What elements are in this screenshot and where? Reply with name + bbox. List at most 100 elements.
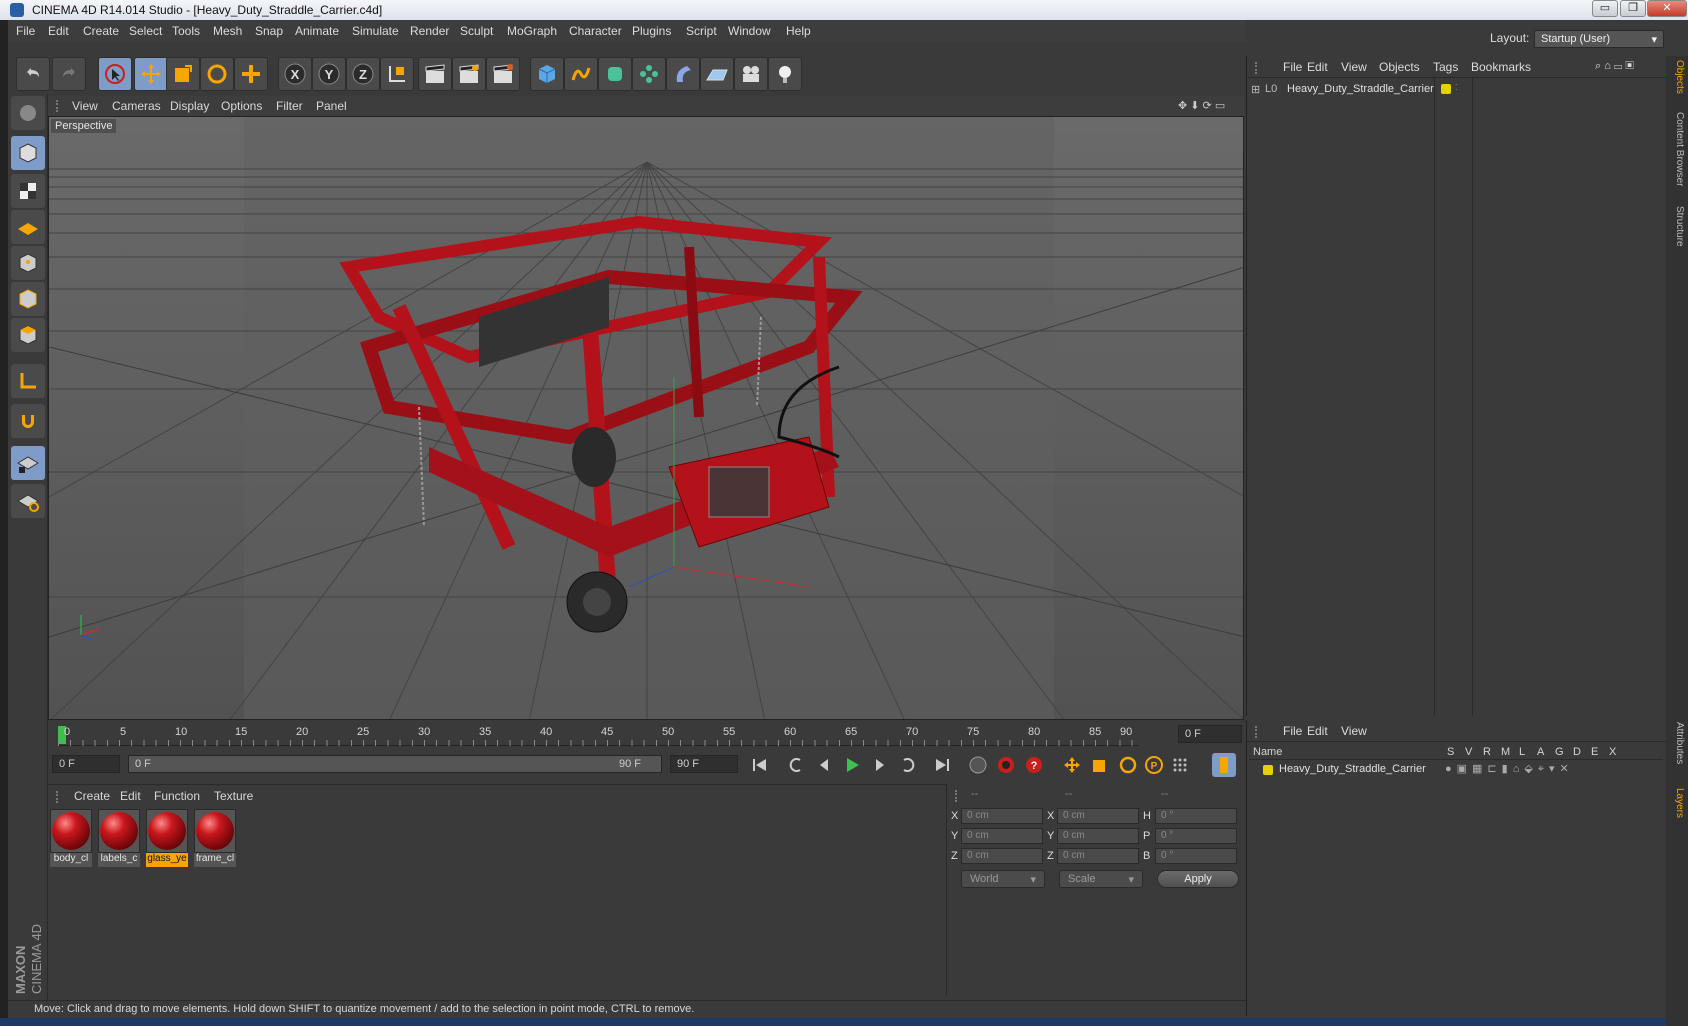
play-button[interactable] [840,753,864,777]
menu-tools[interactable]: Tools [172,24,200,38]
material-menu-edit[interactable]: Edit [120,789,141,803]
key-position-button[interactable] [1060,753,1084,777]
key-selection-button[interactable]: ? [1022,753,1046,777]
layer-row[interactable]: Heavy_Duty_Straddle_Carrier ●▣▦⊏▮⌂⬙⌖▾✕ [1249,762,1663,778]
size-mode-dropdown[interactable]: Scale ▾ [1059,870,1143,888]
z-axis-lock-button[interactable]: Z [346,57,380,91]
size-x-field[interactable]: 0 cm [1057,808,1139,824]
tab-objects[interactable]: Objects [1669,60,1685,94]
menu-window[interactable]: Window [728,24,771,38]
menu-script[interactable]: Script [686,24,717,38]
undo-button[interactable] [16,57,50,91]
material-swatch[interactable]: labels_c [98,809,140,867]
preview-range-slider[interactable]: 0 F 90 F [128,755,662,773]
menu-create[interactable]: Create [83,24,119,38]
end-frame-field[interactable]: 90 F [670,755,738,773]
goto-start-button[interactable] [748,753,772,777]
perspective-viewport[interactable]: Perspective [48,116,1244,720]
rotate-tool-button[interactable] [200,57,234,91]
layer-name[interactable]: Heavy_Duty_Straddle_Carrier [1279,763,1426,775]
coordinate-space-dropdown[interactable]: World ▾ [961,870,1045,888]
layer-color-icon[interactable] [1263,765,1273,775]
add-floor-button[interactable] [700,57,734,91]
model-mode-button[interactable] [11,136,45,170]
y-axis-lock-button[interactable]: Y [312,57,346,91]
start-frame-field[interactable]: 0 F [52,755,120,773]
autokey-button[interactable] [994,753,1018,777]
add-array-button[interactable] [632,57,666,91]
expand-icon[interactable]: ⊞ [1251,83,1260,96]
object-menu-objects[interactable]: Objects [1379,60,1420,74]
move-tool-button[interactable] [134,57,168,91]
material-menu-function[interactable]: Function [154,789,200,803]
material-swatch[interactable]: frame_cl [194,809,236,867]
redo-button[interactable] [52,57,86,91]
add-nurbs-button[interactable] [598,57,632,91]
visibility-dots-icon[interactable]: ⁚ [1455,83,1458,92]
layer-menu-file[interactable]: File [1283,724,1302,738]
object-tree[interactable]: ⊞ L0 Heavy_Duty_Straddle_Carrier [1247,78,1435,716]
render-settings-button[interactable] [486,57,520,91]
object-menu-tags[interactable]: Tags [1433,60,1458,74]
add-cube-button[interactable] [530,57,564,91]
scale-tool-button[interactable] [166,57,200,91]
menu-character[interactable]: Character [569,24,622,38]
menu-animate[interactable]: Animate [295,24,339,38]
axis-mode-button[interactable] [11,364,45,398]
menu-sculpt[interactable]: Sculpt [460,24,493,38]
current-frame-field[interactable]: 0 F [1178,725,1242,743]
layer-menu-view[interactable]: View [1341,724,1367,738]
add-light-button[interactable] [768,57,802,91]
rot-b-field[interactable]: 0 ° [1155,848,1237,864]
size-y-field[interactable]: 0 cm [1057,828,1139,844]
prev-key-button[interactable] [784,753,808,777]
size-z-field[interactable]: 0 cm [1057,848,1139,864]
pos-x-field[interactable]: 0 cm [961,808,1043,824]
material-swatch[interactable]: body_cl [50,809,92,867]
layout-select[interactable]: Startup (User) ▾ [1534,30,1664,48]
restore-button[interactable]: ❐ [1620,0,1646,17]
workplane-lock-button[interactable] [11,446,45,480]
menu-mesh[interactable]: Mesh [213,24,242,38]
add-spline-button[interactable] [564,57,598,91]
tab-layers[interactable]: Layers [1669,788,1685,818]
tab-structure[interactable]: Structure [1669,206,1685,247]
apply-button[interactable]: Apply [1157,870,1239,888]
workplane-mode-button[interactable] [11,210,45,244]
viewport-menu-display[interactable]: Display [170,99,209,113]
rot-p-field[interactable]: 0 ° [1155,828,1237,844]
menu-file[interactable]: File [16,24,35,38]
object-menu-edit[interactable]: Edit [1307,60,1328,74]
render-view-button[interactable] [418,57,452,91]
key-scale-button[interactable] [1088,753,1112,777]
key-rotation-button[interactable] [1116,753,1140,777]
object-manager-tools-icons[interactable]: ⌕ ⌂ ▭ ▣ [1595,60,1634,73]
layer-color-icon[interactable] [1441,84,1451,94]
viewport-nav-icons[interactable]: ✥ ⬇ ⟳ ▭ [1178,99,1225,112]
prev-frame-button[interactable] [812,753,836,777]
viewport-menu-cameras[interactable]: Cameras [112,99,161,113]
timeline-view-button[interactable] [1212,753,1236,777]
transform-tool-button[interactable] [234,57,268,91]
tab-content-browser[interactable]: Content Browser [1669,112,1685,186]
menu-select[interactable]: Select [129,24,162,38]
make-editable-button[interactable] [11,96,45,130]
render-picture-viewer-button[interactable] [452,57,486,91]
next-frame-button[interactable] [868,753,892,777]
layer-menu-edit[interactable]: Edit [1307,724,1328,738]
texture-mode-button[interactable] [11,174,45,208]
material-menu-create[interactable]: Create [74,789,110,803]
object-name[interactable]: Heavy_Duty_Straddle_Carrier [1287,83,1434,95]
viewport-menu-view[interactable]: View [72,99,98,113]
close-button[interactable]: ✕ [1647,0,1687,17]
points-mode-button[interactable] [11,246,45,280]
object-menu-bookmarks[interactable]: Bookmarks [1471,60,1531,74]
menu-help[interactable]: Help [786,24,811,38]
coordinate-system-button[interactable] [380,57,414,91]
minimize-button[interactable]: ▭ [1592,0,1618,17]
key-parameter-button[interactable]: P [1142,753,1166,777]
pos-y-field[interactable]: 0 cm [961,828,1043,844]
object-menu-view[interactable]: View [1341,60,1367,74]
menu-plugins[interactable]: Plugins [632,24,671,38]
planar-workplane-button[interactable] [11,484,45,518]
